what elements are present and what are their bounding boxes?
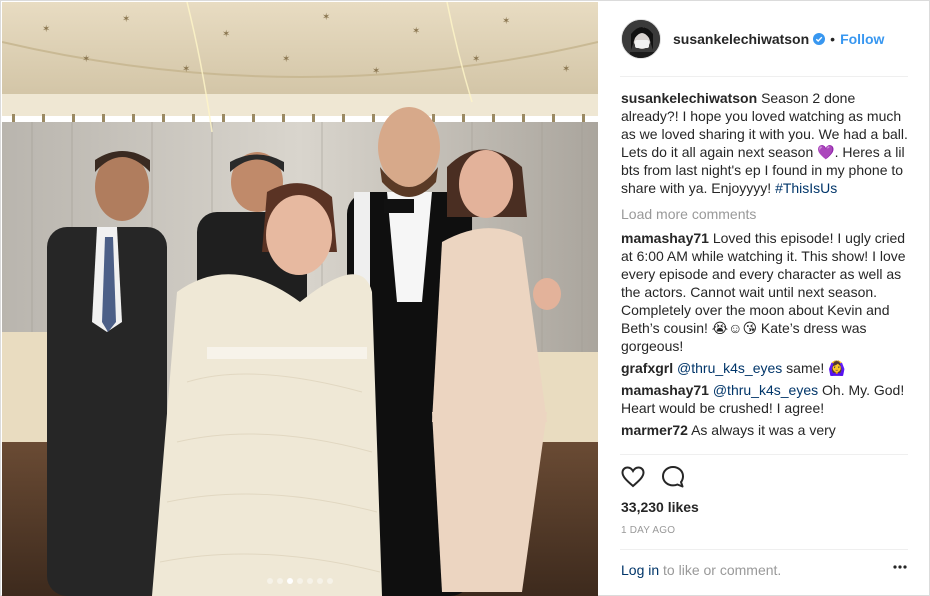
carousel-indicator — [2, 578, 598, 584]
separator-bullet: • — [830, 30, 836, 47]
caption-emoji: 💜 — [817, 144, 835, 160]
svg-text:✶: ✶ — [562, 64, 570, 75]
svg-text:✶: ✶ — [42, 24, 50, 35]
comments-list[interactable]: susankelechiwatson Season 2 done already… — [621, 89, 913, 453]
load-more-comments-button[interactable]: Load more comments — [621, 205, 913, 223]
comment-text: As always it was a very — [691, 422, 836, 438]
svg-text:✶: ✶ — [412, 26, 420, 37]
post-dialog: ✶ ✶ ✶ ✶ ✶ ✶ ✶ ✶ ✶ ✶ ✶ ✶ susankelechiwats… — [0, 0, 930, 596]
comment-username[interactable]: marmer72 — [621, 422, 688, 438]
login-prompt-text: to like or comment. — [659, 562, 782, 578]
actions-divider — [620, 454, 908, 455]
svg-text:✶: ✶ — [472, 54, 480, 65]
carousel-dot — [307, 578, 313, 584]
caption-hashtag[interactable]: #ThisIsUs — [775, 180, 837, 196]
comment-item: grafxgrl @thru_k4s_eyes same! 🙆‍♀ — [621, 359, 913, 377]
heart-icon[interactable] — [620, 464, 646, 490]
svg-text:✶: ✶ — [122, 14, 130, 25]
post-photo[interactable]: ✶ ✶ ✶ ✶ ✶ ✶ ✶ ✶ ✶ ✶ ✶ ✶ — [2, 2, 598, 596]
verified-badge-icon — [813, 32, 826, 45]
comment-mention[interactable]: @thru_k4s_eyes — [677, 360, 782, 376]
comment-username[interactable]: grafxgrl — [621, 360, 673, 376]
comment-item: mamashay71 Loved this episode! I ugly cr… — [621, 229, 913, 355]
comment-item: marmer72 As always it was a very — [621, 421, 913, 439]
post-sidebar: susankelechiwatson • Follow susankelechi… — [598, 2, 930, 596]
comment-item: mamashay71 @thru_k4s_eyes Oh. My. God! H… — [621, 381, 913, 417]
carousel-dot — [277, 578, 283, 584]
svg-text:✶: ✶ — [502, 16, 510, 27]
post-timestamp[interactable]: 1 DAY AGO — [621, 525, 675, 536]
carousel-dot-active — [287, 578, 293, 584]
header-divider — [620, 76, 908, 77]
carousel-dot — [317, 578, 323, 584]
follow-button[interactable]: Follow — [840, 31, 884, 47]
comment-icon[interactable] — [660, 464, 686, 490]
comment-username[interactable]: mamashay71 — [621, 382, 709, 398]
caption: susankelechiwatson Season 2 done already… — [621, 89, 913, 197]
login-prompt: Log in to like or comment. — [621, 562, 781, 578]
carousel-dot — [327, 578, 333, 584]
avatar[interactable] — [621, 18, 661, 59]
svg-text:✶: ✶ — [282, 54, 290, 65]
action-bar — [620, 464, 686, 490]
avatar-image — [622, 19, 660, 58]
more-options-icon[interactable] — [893, 565, 907, 569]
carousel-dot — [267, 578, 273, 584]
svg-text:✶: ✶ — [372, 66, 380, 77]
comment-mention[interactable]: @thru_k4s_eyes — [713, 382, 818, 398]
comment-username[interactable]: mamashay71 — [621, 230, 709, 246]
carousel-dot — [297, 578, 303, 584]
caption-username[interactable]: susankelechiwatson — [621, 90, 757, 106]
comment-text: same! 🙆‍♀ — [782, 360, 846, 376]
svg-text:✶: ✶ — [182, 64, 190, 75]
svg-text:✶: ✶ — [82, 54, 90, 65]
likes-count[interactable]: 33,230 likes — [621, 499, 699, 515]
comment-text: Loved this episode! I ugly cried at 6:00… — [621, 230, 906, 354]
photo-illustration: ✶ ✶ ✶ ✶ ✶ ✶ ✶ ✶ ✶ ✶ ✶ ✶ — [2, 2, 598, 596]
login-link[interactable]: Log in — [621, 562, 659, 578]
svg-text:✶: ✶ — [322, 12, 330, 23]
svg-text:✶: ✶ — [222, 29, 230, 40]
footer-divider — [620, 549, 908, 550]
post-header: susankelechiwatson • Follow — [598, 2, 930, 75]
header-username[interactable]: susankelechiwatson — [673, 31, 809, 47]
